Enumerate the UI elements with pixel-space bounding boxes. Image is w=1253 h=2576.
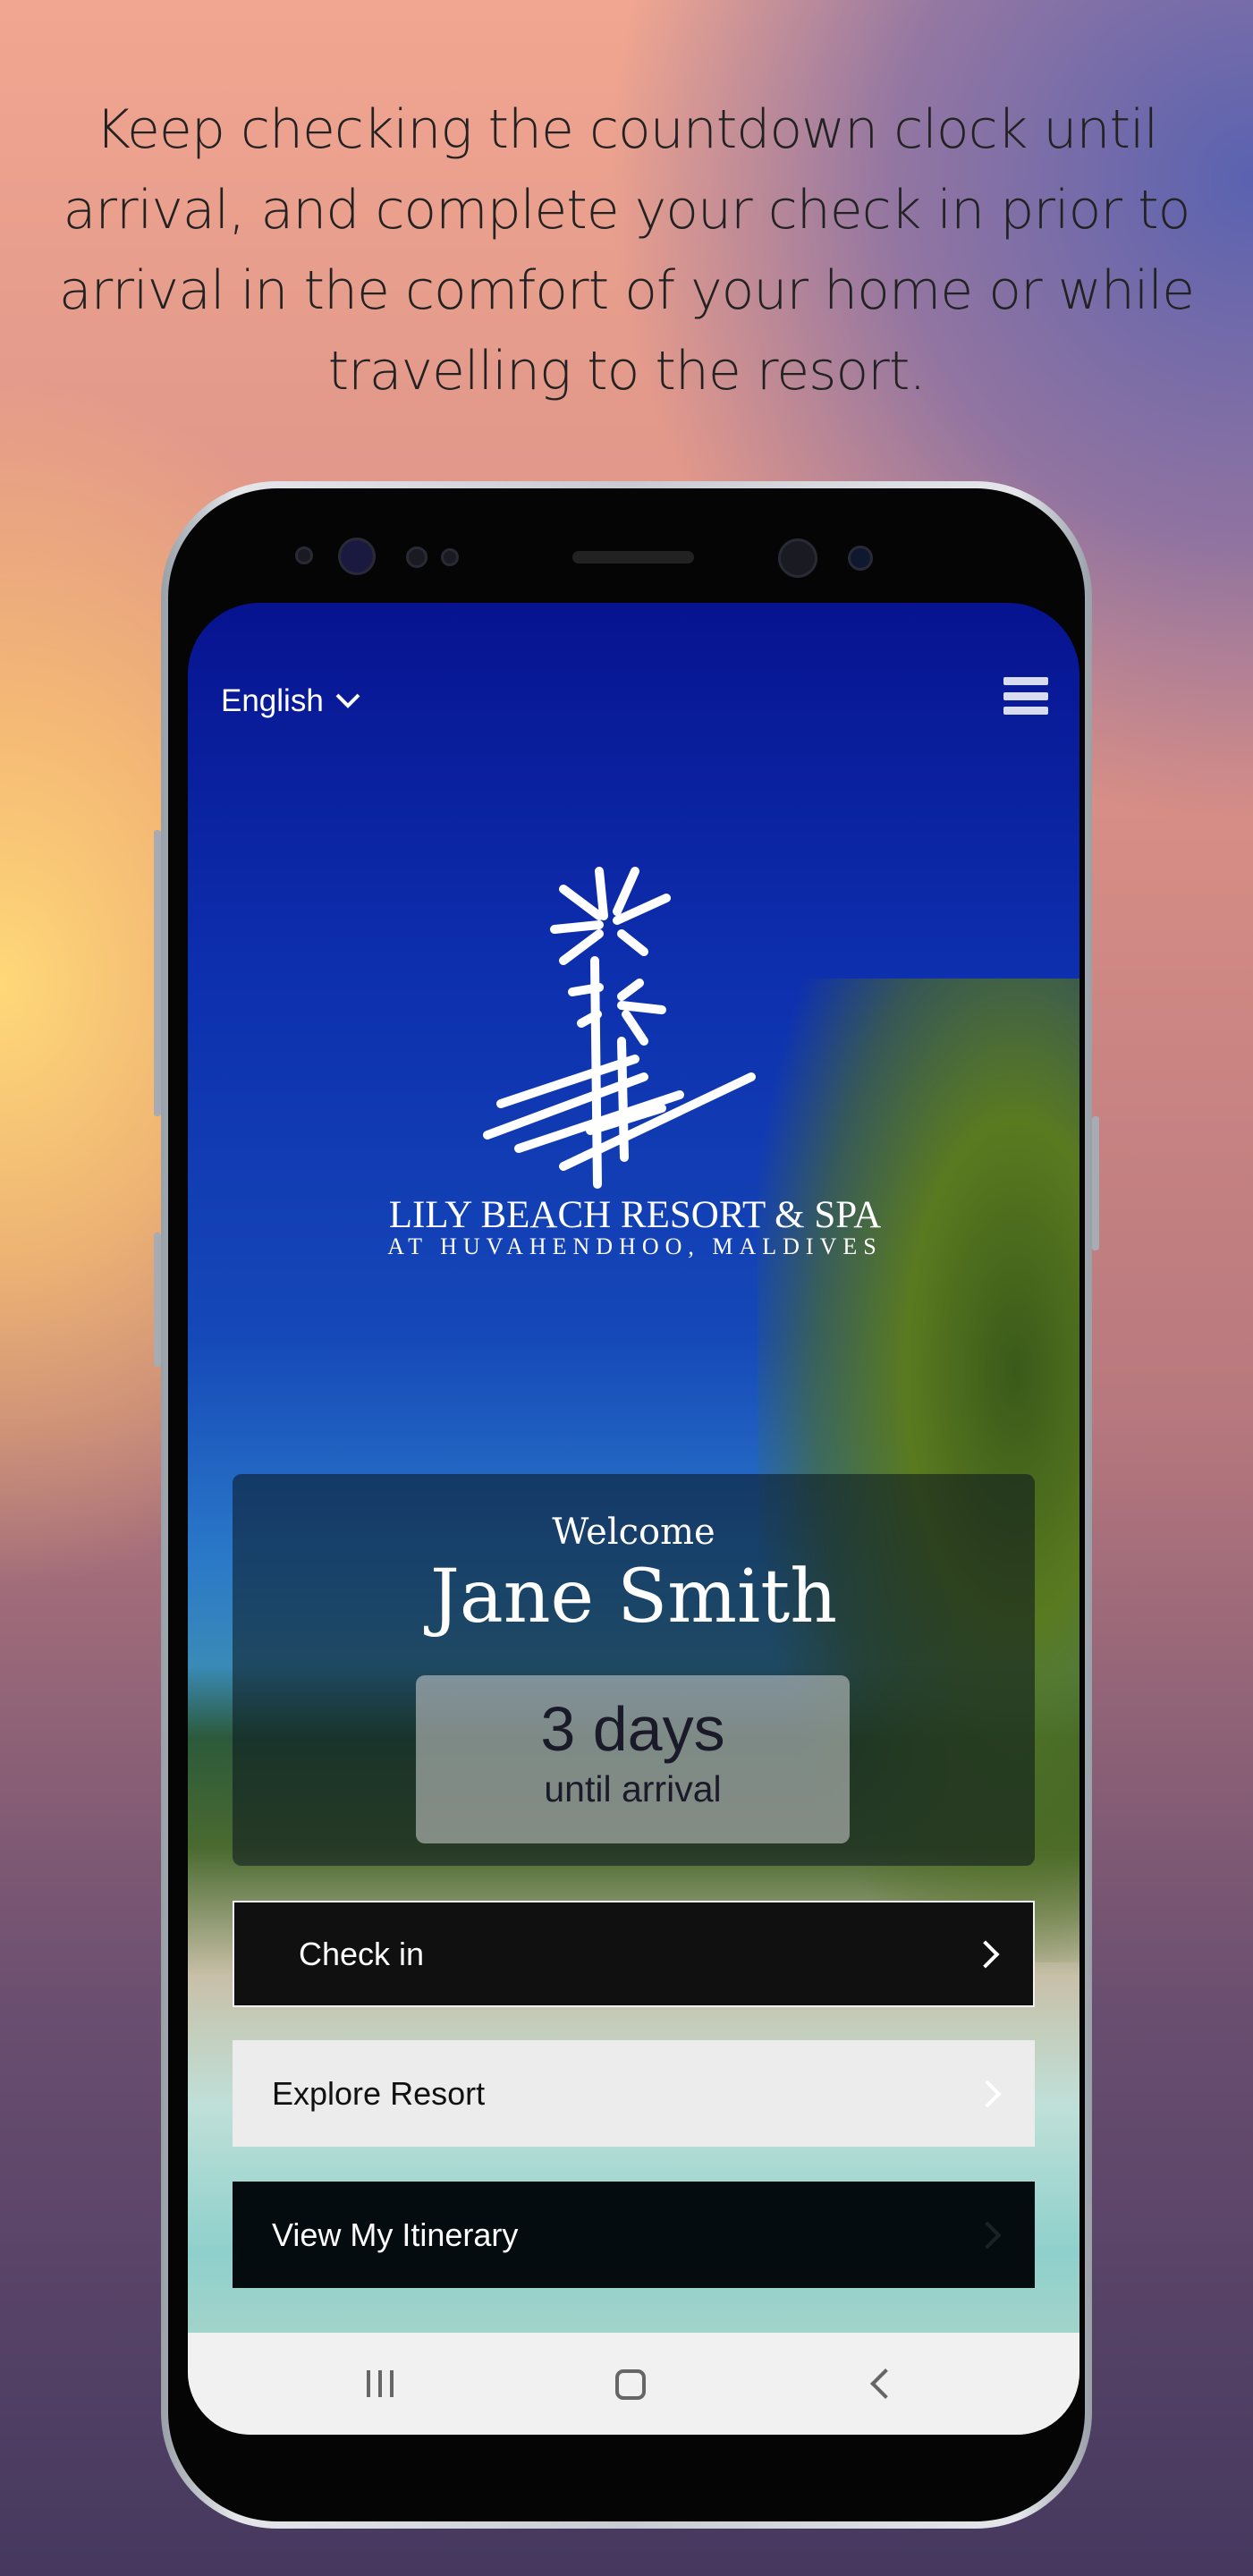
welcome-card: Welcome Jane Smith 3 days until arrival xyxy=(233,1474,1035,1866)
hamburger-menu-icon[interactable] xyxy=(1003,677,1048,715)
logo-subtitle: AT HUVAHENDHOO, MALDIVES xyxy=(387,1233,883,1259)
front-camera-icon xyxy=(778,538,817,578)
chevron-down-icon xyxy=(335,693,360,708)
countdown-box: 3 days until arrival xyxy=(416,1675,850,1843)
view-itinerary-button[interactable]: View My Itinerary xyxy=(233,2182,1035,2288)
lily-logo-icon xyxy=(483,867,756,1189)
logo-title: LILY BEACH RESORT & SPA xyxy=(388,1194,882,1236)
chevron-right-icon xyxy=(971,1939,1000,1969)
earpiece-speaker xyxy=(572,551,694,564)
check-in-label: Check in xyxy=(299,1935,425,1972)
android-navigation-bar xyxy=(188,2333,1079,2435)
sensor-icon xyxy=(441,548,459,566)
volume-button xyxy=(154,830,161,1116)
recent-apps-icon[interactable] xyxy=(367,2370,394,2397)
sensor-icon xyxy=(406,547,428,568)
sensor-icon xyxy=(295,547,313,564)
home-icon[interactable] xyxy=(615,2369,646,2400)
back-icon[interactable] xyxy=(870,2368,901,2399)
guest-name: Jane Smith xyxy=(429,1555,838,1640)
phone-frame: English LILY BEACH RESORT & SPA AT HUVAH… xyxy=(154,481,1099,2529)
countdown-label: until arrival xyxy=(544,1768,722,1809)
iris-scanner-icon xyxy=(338,538,376,575)
resort-logo: LILY BEACH RESORT & SPA AT HUVAHENDHOO, … xyxy=(367,862,903,1260)
explore-resort-button[interactable]: Explore Resort xyxy=(233,2040,1035,2147)
language-label: English xyxy=(221,683,324,718)
app-screen: English LILY BEACH RESORT & SPA AT HUVAH… xyxy=(188,603,1079,2435)
language-selector[interactable]: English xyxy=(221,683,361,719)
countdown-value: 3 days xyxy=(540,1694,725,1764)
promo-caption: Keep checking the countdown clock until … xyxy=(58,98,1195,402)
chevron-right-icon xyxy=(973,2220,1002,2250)
chevron-right-icon xyxy=(973,2079,1002,2108)
power-button xyxy=(1092,1116,1099,1250)
welcome-greeting: Welcome xyxy=(552,1512,715,1553)
view-itinerary-label: View My Itinerary xyxy=(272,2216,519,2253)
check-in-button[interactable]: Check in xyxy=(233,1901,1035,2007)
bixby-button xyxy=(154,1233,161,1367)
explore-resort-label: Explore Resort xyxy=(272,2074,486,2112)
sensor-icon xyxy=(848,546,873,571)
